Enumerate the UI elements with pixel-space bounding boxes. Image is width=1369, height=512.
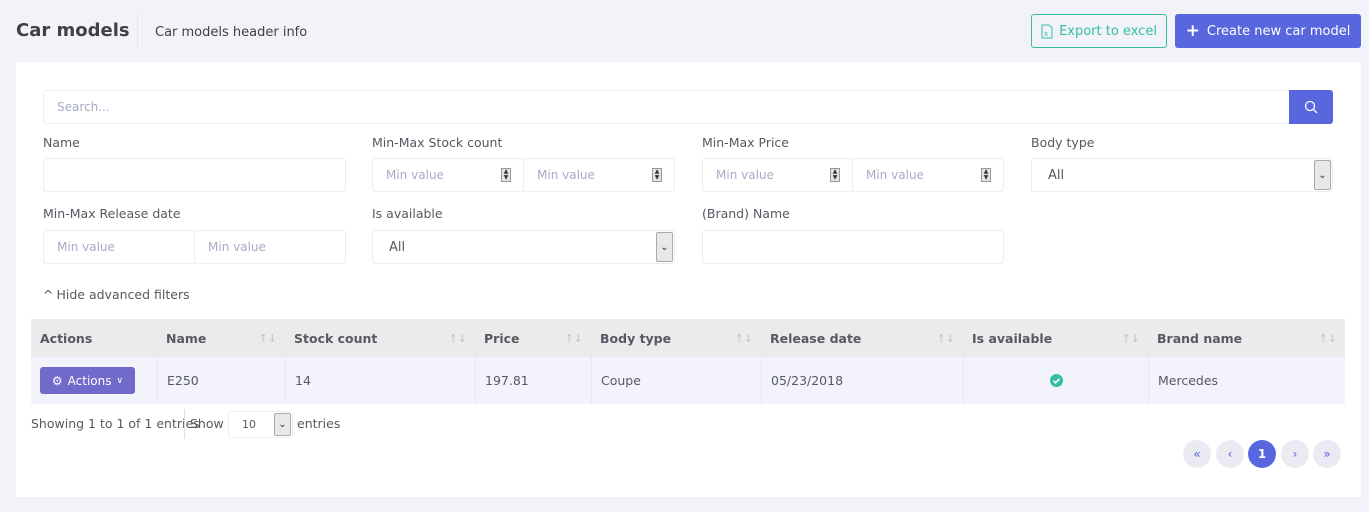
column-header-stock[interactable]: Stock count ↑↓ xyxy=(285,319,475,357)
export-label: Export to excel xyxy=(1059,23,1157,39)
placeholder: Min value xyxy=(386,168,444,182)
sort-icon: ↑↓ xyxy=(1318,331,1337,345)
release-max-input[interactable]: Min value xyxy=(194,230,346,264)
column-header-name[interactable]: Name ↑↓ xyxy=(157,319,285,357)
table-cell-name: E250 xyxy=(157,357,285,404)
brand-filter-label: (Brand) Name xyxy=(702,206,790,221)
header-info: Car models header info xyxy=(155,25,308,40)
toggle-label: Hide advanced filters xyxy=(56,287,190,302)
chevron-down-icon: ⌄ xyxy=(656,232,673,262)
column-header-body-type[interactable]: Body type ↑↓ xyxy=(591,319,761,357)
placeholder: Min value xyxy=(716,168,774,182)
chevron-down-icon: ⌄ xyxy=(1314,160,1331,190)
sort-icon: ↑↓ xyxy=(564,331,583,345)
chevron-left-icon: ‹ xyxy=(1227,447,1233,461)
spinner-icon[interactable]: ▲ ▼ xyxy=(830,168,840,182)
spinner-icon[interactable]: ▲ ▼ xyxy=(652,168,662,182)
chevron-down-icon: ∨ xyxy=(116,375,124,386)
plus-icon: + xyxy=(1185,21,1200,41)
selected-value: All xyxy=(1048,167,1065,183)
sort-icon: ↑↓ xyxy=(448,331,467,345)
column-header-price[interactable]: Price ↑↓ xyxy=(475,319,591,357)
search-input[interactable]: Search... xyxy=(43,90,1290,124)
export-excel-button[interactable]: x Export to excel xyxy=(1031,14,1167,48)
brand-name-input[interactable] xyxy=(702,230,1004,264)
header-divider xyxy=(137,14,138,48)
show-label: Show xyxy=(190,416,224,431)
double-chevron-left-icon: « xyxy=(1193,447,1201,461)
double-chevron-right-icon: » xyxy=(1323,447,1331,461)
first-page-button[interactable]: « xyxy=(1183,440,1211,468)
create-car-model-button[interactable]: + Create new car model xyxy=(1175,14,1361,48)
entries-label: entries xyxy=(297,416,341,431)
entries-info: Showing 1 to 1 of 1 entries xyxy=(31,416,200,431)
stock-min-input[interactable]: Min value ▲ ▼ xyxy=(372,158,524,192)
prev-page-button[interactable]: ‹ xyxy=(1216,440,1244,468)
release-filter-label: Min-Max Release date xyxy=(43,206,181,221)
page-1-button[interactable]: 1 xyxy=(1248,440,1276,468)
name-filter-label: Name xyxy=(43,135,80,150)
chevron-right-icon: › xyxy=(1292,447,1298,461)
stock-filter-label: Min-Max Stock count xyxy=(372,135,503,150)
body-type-label: Body type xyxy=(1031,135,1095,150)
gear-icon: ⚙ xyxy=(51,373,63,388)
available-select[interactable]: All ⌄ xyxy=(372,230,675,264)
column-header-actions: Actions xyxy=(31,319,157,357)
search-icon xyxy=(1304,100,1318,114)
table-cell-is-available xyxy=(963,357,1148,404)
chevron-down-icon: ⌄ xyxy=(274,413,291,436)
placeholder: Min value xyxy=(866,168,924,182)
spinner-icon[interactable]: ▲ ▼ xyxy=(501,168,511,182)
body-type-select[interactable]: All ⌄ xyxy=(1031,158,1333,192)
price-min-input[interactable]: Min value ▲ ▼ xyxy=(702,158,853,192)
name-filter-input[interactable] xyxy=(43,158,346,192)
table-cell-release-date: 05/23/2018 xyxy=(761,357,963,404)
footer-divider xyxy=(184,409,185,439)
actions-label: Actions xyxy=(67,373,112,388)
table-cell-actions: ⚙ Actions ∨ xyxy=(31,357,157,404)
row-actions-button[interactable]: ⚙ Actions ∨ xyxy=(40,367,135,394)
column-header-is-available[interactable]: Is available ↑↓ xyxy=(963,319,1148,357)
chevron-up-icon: ^ xyxy=(43,287,54,302)
last-page-button[interactable]: » xyxy=(1313,440,1341,468)
content-card xyxy=(16,62,1361,497)
check-circle-icon xyxy=(1049,374,1063,387)
page-size-select[interactable]: 10 ⌄ xyxy=(228,411,293,438)
price-filter-label: Min-Max Price xyxy=(702,135,789,150)
sort-icon: ↑↓ xyxy=(1121,331,1140,345)
sort-icon: ↑↓ xyxy=(734,331,753,345)
svg-text:x: x xyxy=(1044,30,1048,38)
create-label: Create new car model xyxy=(1206,23,1351,39)
selected-value: 10 xyxy=(242,418,256,431)
placeholder: Min value xyxy=(537,168,595,182)
table-cell-price: 197.81 xyxy=(475,357,591,404)
search-button[interactable] xyxy=(1289,90,1333,124)
hide-advanced-filters-link[interactable]: ^ Hide advanced filters xyxy=(43,287,190,302)
table-cell-brand-name: Mercedes xyxy=(1148,357,1345,404)
table-cell-stock: 14 xyxy=(285,357,475,404)
price-max-input[interactable]: Min value ▲ ▼ xyxy=(852,158,1004,192)
stock-max-input[interactable]: Min value ▲ ▼ xyxy=(523,158,675,192)
page-title: Car models xyxy=(16,20,130,41)
selected-value: All xyxy=(389,239,406,255)
sort-icon: ↑↓ xyxy=(258,331,277,345)
column-header-release-date[interactable]: Release date ↑↓ xyxy=(761,319,963,357)
column-header-brand-name[interactable]: Brand name ↑↓ xyxy=(1148,319,1345,357)
next-page-button[interactable]: › xyxy=(1281,440,1309,468)
excel-file-icon: x xyxy=(1041,24,1053,38)
release-min-input[interactable]: Min value xyxy=(43,230,195,264)
spinner-icon[interactable]: ▲ ▼ xyxy=(981,168,991,182)
available-filter-label: Is available xyxy=(372,206,443,221)
table-cell-body-type: Coupe xyxy=(591,357,761,404)
sort-icon: ↑↓ xyxy=(936,331,955,345)
